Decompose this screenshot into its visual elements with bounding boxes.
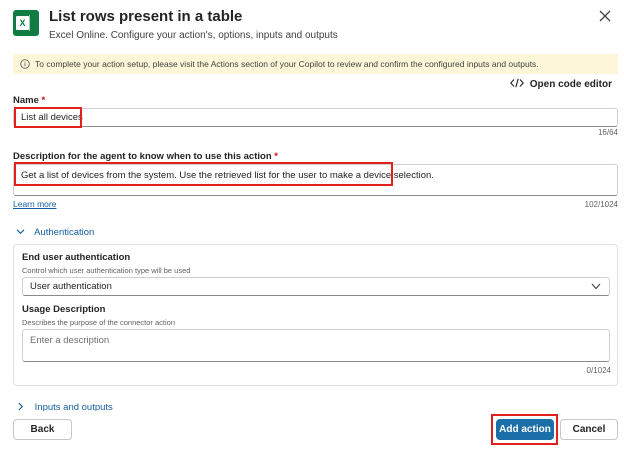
cancel-button[interactable]: Cancel xyxy=(560,419,618,440)
name-input-value: List all devices xyxy=(21,112,83,123)
description-input[interactable]: Get a list of devices from the system. U… xyxy=(13,164,618,196)
banner-text: To complete your action setup, please vi… xyxy=(35,59,539,69)
excel-icon-letter: X xyxy=(16,16,29,30)
description-label-text: Description for the agent to know when t… xyxy=(13,151,272,162)
dialog-title: List rows present in a table xyxy=(49,8,243,25)
chevron-right-icon xyxy=(18,402,24,411)
usage-description-label: Usage Description xyxy=(22,304,106,315)
description-input-value: Get a list of devices from the system. U… xyxy=(21,170,434,181)
description-char-counter: 102/1024 xyxy=(584,200,618,209)
authentication-card: End user authentication Control which us… xyxy=(13,244,618,386)
authentication-section-label: Authentication xyxy=(34,227,95,238)
usage-description-textarea[interactable]: Enter a description xyxy=(22,329,610,362)
usage-description-help: Describes the purpose of the connector a… xyxy=(22,318,176,327)
chevron-down-icon xyxy=(16,229,25,235)
chevron-down-icon xyxy=(591,283,601,290)
open-code-editor-label: Open code editor xyxy=(529,79,612,90)
add-action-button[interactable]: Add action xyxy=(496,419,554,440)
required-marker: * xyxy=(274,151,278,162)
close-icon[interactable] xyxy=(597,8,613,24)
dialog-subtitle: Excel Online. Configure your action's, o… xyxy=(49,30,338,41)
info-icon xyxy=(20,59,30,69)
name-field-label: Name * xyxy=(13,95,45,106)
excel-icon: X xyxy=(13,10,39,36)
usage-description-placeholder: Enter a description xyxy=(30,335,110,346)
end-user-auth-selected-value: User authentication xyxy=(30,281,112,292)
end-user-auth-select[interactable]: User authentication xyxy=(22,277,610,296)
code-icon xyxy=(510,78,524,88)
usage-description-char-counter: 0/1024 xyxy=(586,366,611,375)
name-char-counter: 16/64 xyxy=(597,128,618,137)
info-banner: To complete your action setup, please vi… xyxy=(13,54,618,74)
authentication-section-toggle[interactable]: Authentication xyxy=(16,227,94,238)
description-field-label: Description for the agent to know when t… xyxy=(13,151,278,162)
open-code-editor-button[interactable]: Open code editor xyxy=(510,78,612,90)
end-user-auth-help: Control which user authentication type w… xyxy=(22,266,191,275)
required-marker: * xyxy=(41,95,46,106)
back-button[interactable]: Back xyxy=(13,419,72,440)
dialog-header: X List rows present in a table Excel Onl… xyxy=(13,8,613,42)
learn-more-link[interactable]: Learn more xyxy=(13,199,56,209)
name-label-text: Name xyxy=(13,95,39,106)
name-input[interactable]: List all devices xyxy=(13,108,618,127)
end-user-auth-label: End user authentication xyxy=(22,252,131,263)
